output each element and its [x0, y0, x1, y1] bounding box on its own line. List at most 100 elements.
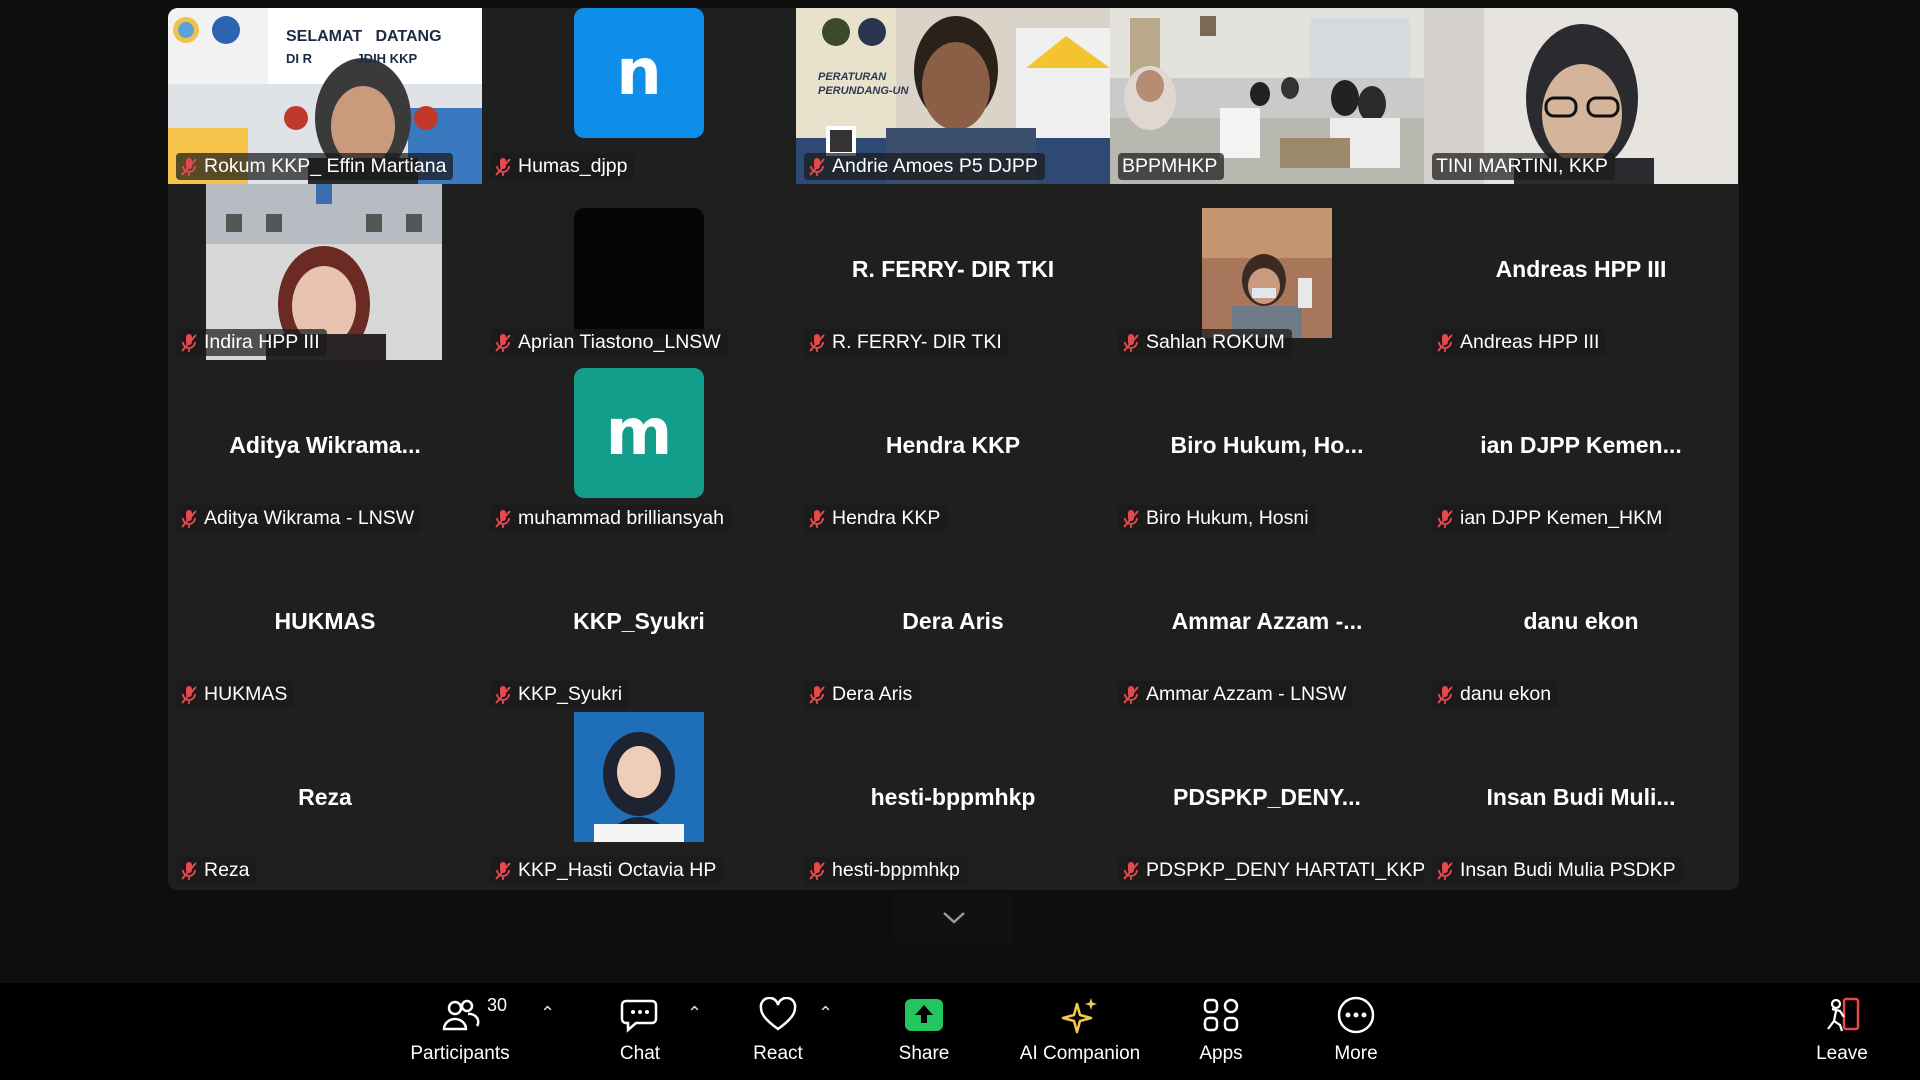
- participant-tile[interactable]: n Humas_djpp: [482, 8, 796, 184]
- participant-tile[interactable]: m muhammad brilliansyah: [482, 360, 796, 536]
- participant-nameplate: Insan Budi Mulia PSDKP: [1432, 857, 1683, 884]
- participant-tile[interactable]: PERATURAN PERUNDANG-UN Andrie Amoes P5 DJ…: [796, 8, 1110, 184]
- share-button[interactable]: Share: [884, 993, 964, 1073]
- participant-nameplate: Reza: [176, 857, 257, 884]
- participant-name: muhammad brilliansyah: [518, 507, 724, 529]
- mic-muted-icon: [1437, 861, 1453, 880]
- more-icon: [1337, 996, 1375, 1034]
- participant-tile[interactable]: Andreas HPP III Andreas HPP III: [1424, 184, 1738, 360]
- participant-tile[interactable]: Hendra KKP Hendra KKP: [796, 360, 1110, 536]
- participant-name: Sahlan ROKUM: [1146, 331, 1285, 353]
- more-button[interactable]: More: [1316, 993, 1396, 1073]
- ai-companion-label: AI Companion: [1019, 1043, 1141, 1064]
- participants-options-caret[interactable]: ⌃: [540, 1003, 555, 1024]
- participants-icon: [442, 999, 480, 1031]
- participant-tile[interactable]: ian DJPP Kemen... ian DJPP Kemen_HKM: [1424, 360, 1738, 536]
- participant-name: ian DJPP Kemen_HKM: [1460, 507, 1663, 529]
- participant-avatar: m: [574, 368, 704, 498]
- participant-name: Rokum KKP_ Effin Martiana: [204, 155, 447, 177]
- sparkle-icon: [1061, 998, 1097, 1034]
- mic-muted-icon: [1437, 333, 1453, 352]
- chevron-down-icon: [943, 912, 965, 924]
- mic-muted-icon: [1123, 685, 1139, 704]
- mic-muted-icon: [181, 333, 197, 352]
- participant-nameplate: muhammad brilliansyah: [490, 505, 731, 532]
- mic-muted-icon: [1123, 861, 1139, 880]
- participant-tile[interactable]: danu ekon danu ekon: [1424, 536, 1738, 712]
- participants-label: Participants: [410, 1043, 510, 1064]
- participant-name: TINI MARTINI, KKP: [1436, 155, 1608, 177]
- participants-button[interactable]: 30 Participants: [405, 993, 515, 1073]
- apps-icon: [1203, 998, 1239, 1032]
- participant-nameplate: hesti-bppmhkp: [804, 857, 967, 884]
- participant-name: Reza: [204, 859, 250, 881]
- participant-tile-active-speaker[interactable]: BPPMHKP: [1110, 8, 1424, 184]
- participant-tile[interactable]: R. FERRY- DIR TKI R. FERRY- DIR TKI: [796, 184, 1110, 360]
- participant-name: danu ekon: [1460, 683, 1552, 705]
- participant-nameplate: Andrie Amoes P5 DJPP: [804, 153, 1045, 180]
- mic-muted-icon: [1437, 685, 1453, 704]
- leave-icon: [1827, 997, 1860, 1032]
- participant-nameplate: Indira HPP III: [176, 329, 327, 356]
- share-screen-icon: [905, 999, 943, 1031]
- participant-nameplate: Rokum KKP_ Effin Martiana: [176, 153, 454, 180]
- participant-display-name: HUKMAS: [274, 608, 376, 634]
- chat-button[interactable]: Chat: [600, 993, 680, 1073]
- leave-button[interactable]: Leave: [1802, 993, 1882, 1073]
- more-label: More: [1334, 1043, 1378, 1064]
- participant-video-black: [574, 208, 704, 338]
- participant-nameplate: PDSPKP_DENY HARTATI_KKP: [1118, 857, 1424, 884]
- mic-muted-icon: [1123, 333, 1139, 352]
- participant-display-name: Reza: [298, 784, 352, 810]
- participant-display-name: ian DJPP Kemen...: [1480, 432, 1682, 458]
- participant-tile[interactable]: Ammar Azzam -... Ammar Azzam - LNSW: [1110, 536, 1424, 712]
- chat-options-caret[interactable]: ⌃: [687, 1003, 702, 1024]
- participant-tile[interactable]: KKP_Syukri KKP_Syukri: [482, 536, 796, 712]
- participant-name: Hendra KKP: [832, 507, 941, 529]
- participant-nameplate: HUKMAS: [176, 681, 295, 708]
- participant-display-name: Biro Hukum, Ho...: [1170, 432, 1364, 458]
- next-page-button[interactable]: [894, 892, 1014, 944]
- participant-display-name: danu ekon: [1523, 608, 1639, 634]
- apps-label: Apps: [1199, 1043, 1243, 1064]
- participant-name: Indira HPP III: [204, 331, 320, 353]
- react-label: React: [753, 1043, 803, 1064]
- mic-muted-icon: [809, 509, 825, 528]
- participant-tile[interactable]: Dera Aris Dera Aris: [796, 536, 1110, 712]
- react-button[interactable]: React: [738, 993, 818, 1073]
- participant-nameplate: Humas_djpp: [490, 153, 635, 180]
- participant-tile[interactable]: Reza Reza: [168, 712, 482, 888]
- participant-tile[interactable]: Indira HPP III: [168, 184, 482, 360]
- participant-nameplate: ian DJPP Kemen_HKM: [1432, 505, 1670, 532]
- participant-tile[interactable]: Aprian Tiastono_LNSW: [482, 184, 796, 360]
- meeting-toolbar: 30 Participants ⌃ Chat ⌃ React ⌃ Share A…: [0, 983, 1920, 1080]
- participant-tile[interactable]: HUKMAS HUKMAS: [168, 536, 482, 712]
- participant-tile[interactable]: hesti-bppmhkp hesti-bppmhkp: [796, 712, 1110, 888]
- participant-display-name: hesti-bppmhkp: [870, 784, 1036, 810]
- participant-name: KKP_Syukri: [518, 683, 623, 705]
- participant-name: R. FERRY- DIR TKI: [832, 331, 1002, 353]
- mic-muted-icon: [181, 685, 197, 704]
- participant-name: Andreas HPP III: [1460, 331, 1600, 353]
- react-options-caret[interactable]: ⌃: [818, 1003, 833, 1024]
- chat-icon: [620, 999, 658, 1033]
- participant-tile[interactable]: Biro Hukum, Ho... Biro Hukum, Hosni: [1110, 360, 1424, 536]
- apps-button[interactable]: Apps: [1181, 993, 1261, 1073]
- participant-nameplate: R. FERRY- DIR TKI: [804, 329, 1009, 356]
- participant-tile[interactable]: Insan Budi Muli... Insan Budi Mulia PSDK…: [1424, 712, 1738, 888]
- participant-tile[interactable]: SELAMAT DATANG DI R JDIH KKP Rokum KKP_ …: [168, 8, 482, 184]
- mic-muted-icon: [181, 509, 197, 528]
- participant-display-name: KKP_Syukri: [573, 608, 705, 634]
- participant-name: Insan Budi Mulia PSDKP: [1460, 859, 1676, 881]
- participant-tile[interactable]: KKP_Hasti Octavia HP: [482, 712, 796, 888]
- participant-tile[interactable]: Sahlan ROKUM: [1110, 184, 1424, 360]
- participant-tile[interactable]: PDSPKP_DENY... PDSPKP_DENY HARTATI_KKP: [1110, 712, 1424, 888]
- participant-name: Aprian Tiastono_LNSW: [518, 331, 721, 353]
- participant-tile[interactable]: Aditya Wikrama... Aditya Wikrama - LNSW: [168, 360, 482, 536]
- participant-display-name: Aditya Wikrama...: [229, 432, 421, 458]
- mic-muted-icon: [495, 685, 511, 704]
- participant-display-name: Hendra KKP: [885, 432, 1021, 458]
- ai-companion-button[interactable]: AI Companion: [1010, 993, 1150, 1073]
- participant-tile[interactable]: TINI MARTINI, KKP: [1424, 8, 1738, 184]
- participant-gallery: SELAMAT DATANG DI R JDIH KKP Rokum KKP_ …: [168, 8, 1739, 890]
